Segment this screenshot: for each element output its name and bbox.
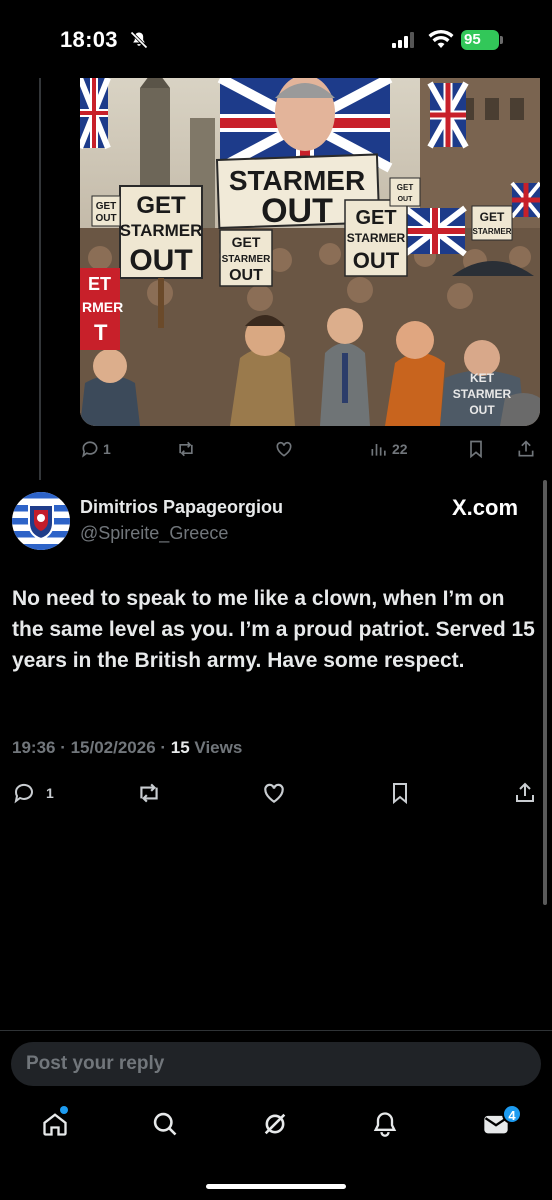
bottom-nav: 4	[0, 1100, 552, 1160]
svg-text:OUT: OUT	[469, 403, 495, 417]
messages-badge: 4	[502, 1104, 522, 1124]
svg-text:GET: GET	[232, 234, 261, 250]
bookmark-icon	[393, 783, 407, 805]
nav-grok[interactable]	[261, 1110, 291, 1140]
sign-red-left: ET RMER T	[80, 268, 123, 350]
post-text: No need to speak to me like a clown, whe…	[12, 587, 535, 672]
svg-text:KET: KET	[470, 371, 495, 385]
repost-button[interactable]	[176, 436, 196, 462]
analytics-icon	[371, 444, 386, 456]
post-views-count: 15	[170, 738, 190, 757]
svg-text:OUT: OUT	[129, 244, 192, 277]
status-time: 18:03	[60, 27, 118, 52]
post-timestamp[interactable]: 19:36 · 15/02/2026 ·	[12, 738, 171, 757]
bell-icon	[373, 1112, 397, 1137]
svg-text:GET: GET	[480, 210, 505, 224]
sign-center-small: GET STARMER OUT	[219, 229, 273, 287]
reply-count: 1	[103, 441, 111, 457]
author-handle[interactable]: @Spireite_Greece	[80, 523, 228, 544]
home-icon	[43, 1113, 67, 1136]
svg-text:STARMER: STARMER	[473, 227, 512, 236]
nav-search[interactable]	[151, 1110, 181, 1140]
battery-level: 95	[464, 31, 481, 48]
svg-text:OUT: OUT	[95, 213, 116, 224]
svg-text:OUT: OUT	[353, 248, 400, 273]
nav-messages[interactable]: 4	[482, 1104, 522, 1140]
svg-text:OUT: OUT	[229, 267, 263, 284]
cellular-signal-icon	[392, 32, 414, 48]
share-icon	[518, 440, 534, 457]
home-notification-dot	[60, 1106, 68, 1114]
bookmark-icon	[470, 440, 482, 459]
bell-off-icon	[130, 31, 148, 49]
union-flag	[80, 78, 111, 150]
svg-text:GET: GET	[96, 201, 117, 212]
heart-icon	[276, 441, 292, 457]
reply-button[interactable]: 1	[80, 436, 111, 462]
battery-nub	[500, 36, 503, 44]
greek-flag-avatar	[12, 492, 70, 550]
parent-post-actions: 1 22	[80, 436, 542, 462]
svg-text:OUT: OUT	[261, 192, 333, 230]
union-flag	[510, 181, 540, 219]
svg-text:STARMER: STARMER	[120, 221, 203, 240]
svg-text:RMER: RMER	[82, 299, 123, 315]
sign-tiny: GET OUT	[389, 177, 421, 207]
battery-indicator: 95	[461, 30, 499, 50]
svg-text:GET: GET	[397, 183, 414, 192]
nav-home[interactable]	[41, 1106, 71, 1140]
home-indicator	[206, 1184, 346, 1189]
heart-icon	[264, 783, 284, 803]
bookmark-button[interactable]	[466, 436, 486, 462]
reply-count: 1	[46, 785, 54, 801]
reply-icon	[82, 441, 98, 458]
bookmark-button[interactable]	[388, 780, 412, 806]
svg-text:STARMER: STARMER	[222, 254, 271, 265]
repost-button[interactable]	[136, 780, 162, 806]
grok-icon	[264, 1113, 286, 1135]
repost-icon	[179, 441, 193, 457]
svg-text:STARMER: STARMER	[453, 387, 512, 401]
nav-notifications[interactable]	[371, 1110, 401, 1140]
sign-small-left: GET OUT	[91, 195, 121, 227]
wifi-icon	[428, 29, 454, 48]
share-button[interactable]	[513, 780, 537, 806]
post-image[interactable]: STARMER OUT GET STARMER OUT GET OUT ET R…	[80, 78, 540, 426]
like-button[interactable]	[274, 436, 294, 462]
xcom-watermark: X.com	[452, 495, 519, 520]
reply-divider	[0, 1030, 552, 1031]
svg-text:GET: GET	[136, 192, 186, 219]
post-meta: 19:36 · 15/02/2026 · 15 Views	[12, 738, 242, 758]
avatar[interactable]	[12, 492, 70, 550]
svg-text:T: T	[94, 320, 108, 345]
scrollbar[interactable]	[543, 480, 547, 905]
post-actions: 1	[0, 780, 552, 806]
protest-illustration: STARMER OUT GET STARMER OUT GET OUT ET R…	[80, 78, 540, 426]
author-name[interactable]: Dimitrios Papageorgiou	[80, 497, 283, 518]
post-views-label: Views	[189, 738, 243, 757]
share-icon	[516, 782, 534, 802]
svg-text:ET: ET	[88, 274, 111, 294]
reply-button[interactable]: 1	[12, 780, 54, 806]
sign-far-right: GET STARMER	[471, 205, 513, 241]
views-button[interactable]: 22	[369, 436, 408, 462]
thread-line	[39, 78, 41, 480]
svg-text:STARMER: STARMER	[347, 231, 406, 245]
repost-icon	[140, 783, 158, 803]
reply-icon	[14, 783, 33, 804]
views-count: 22	[392, 441, 408, 457]
sign-right: GET STARMER OUT	[344, 199, 408, 277]
status-bar: 18:03 95	[0, 0, 552, 78]
search-icon	[153, 1112, 177, 1136]
like-button[interactable]	[261, 780, 287, 806]
svg-text:OUT: OUT	[398, 196, 414, 203]
share-button[interactable]	[516, 436, 536, 462]
reply-input[interactable]	[11, 1042, 541, 1086]
svg-text:GET: GET	[355, 207, 396, 229]
union-flag	[427, 81, 469, 149]
union-flag	[403, 205, 467, 257]
